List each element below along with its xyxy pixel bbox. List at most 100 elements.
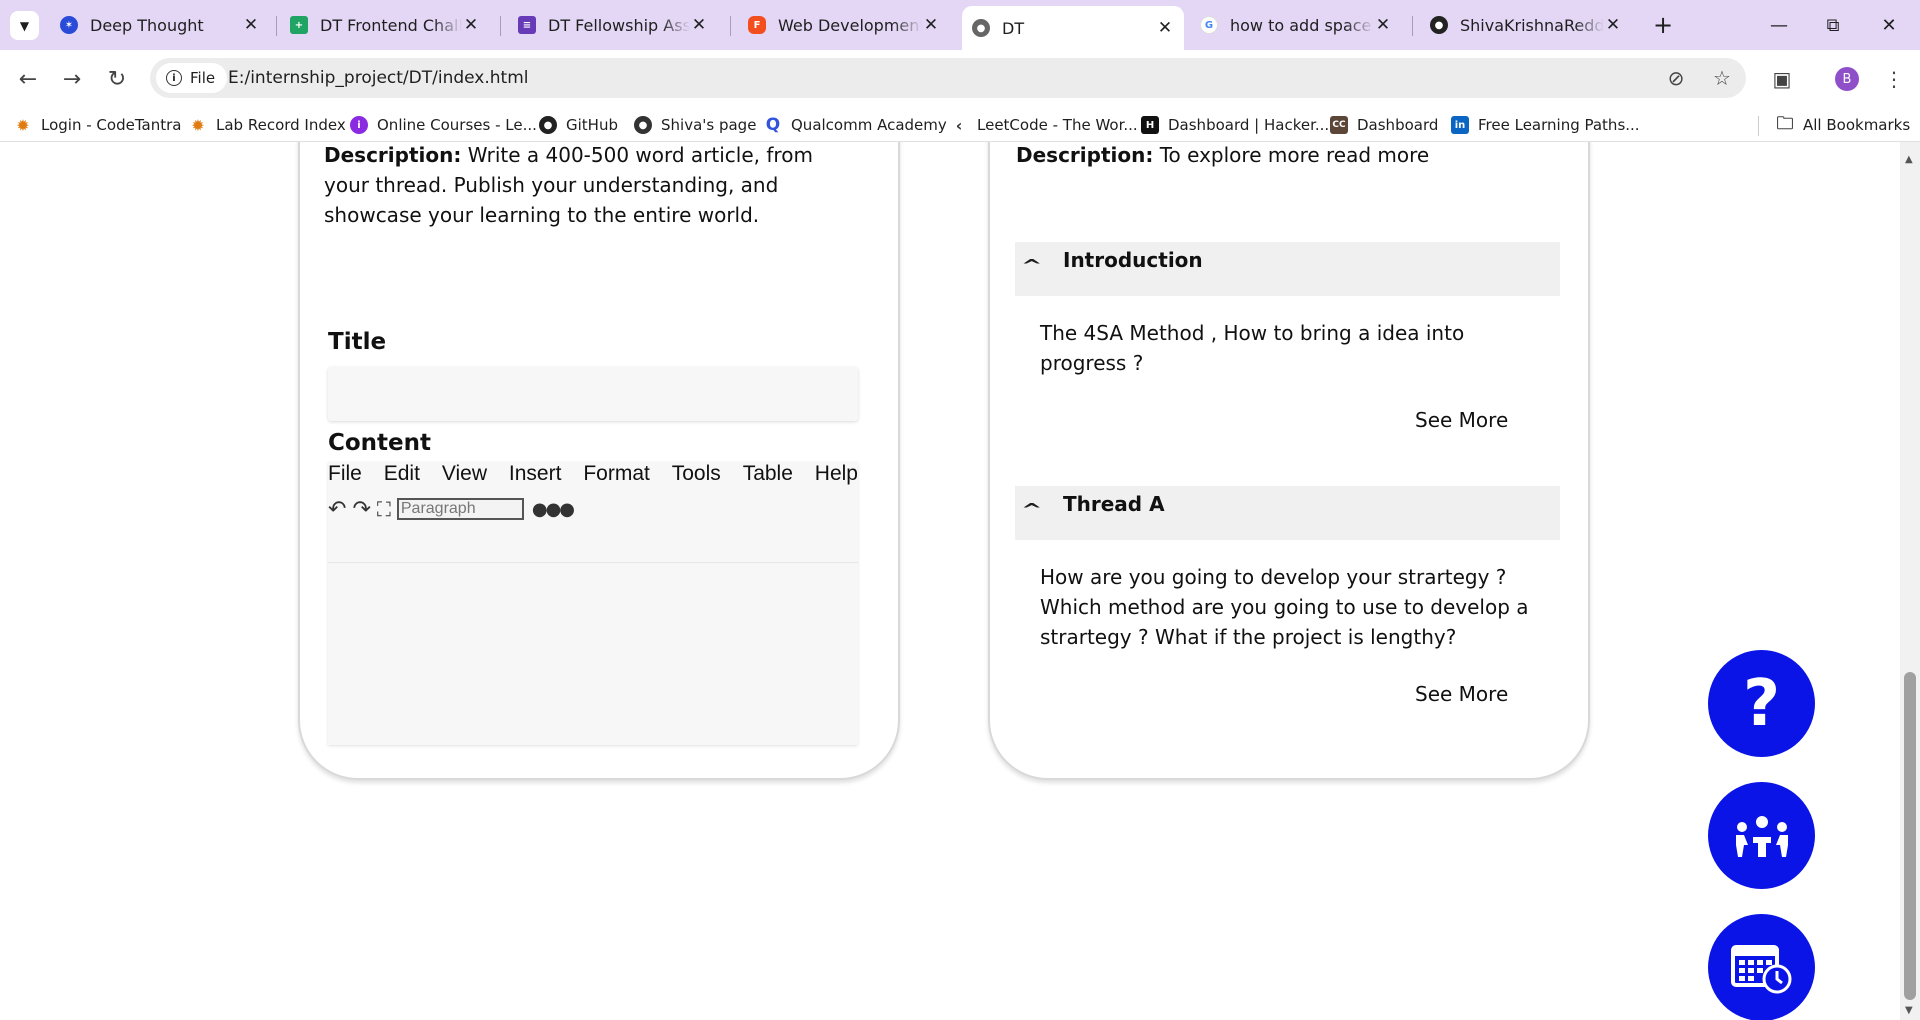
udemy-icon: i: [350, 116, 368, 134]
qualcomm-icon: Q: [765, 115, 781, 135]
address-bar[interactable]: i File E:/internship_project/DT/index.ht…: [150, 58, 1746, 98]
deep-thought-icon: ✶: [60, 16, 78, 34]
accordion-title: Thread A: [1063, 492, 1165, 516]
bookmark-label: Shiva's page: [661, 116, 757, 134]
eye-slash-icon[interactable]: ⊘: [1660, 62, 1692, 94]
reload-button[interactable]: ↻: [101, 63, 133, 95]
page-content: Description: Write a 400-500 word articl…: [0, 142, 1900, 1020]
menu-file[interactable]: File: [328, 462, 362, 492]
tab-search-button[interactable]: ▼: [10, 11, 39, 40]
bookmark-shivas-page[interactable]: ● Shiva's page: [634, 114, 756, 136]
close-icon[interactable]: ✕: [922, 15, 940, 35]
forward-button[interactable]: →: [56, 63, 88, 95]
menu-tools[interactable]: Tools: [672, 462, 721, 492]
editor-menubar: File Edit View Insert Format Tools Table…: [328, 462, 858, 492]
bookmark-qualcomm[interactable]: Q Qualcomm Academy: [764, 114, 947, 136]
bookmark-star-icon[interactable]: ☆: [1706, 62, 1738, 94]
paragraph-select[interactable]: Paragraph: [396, 498, 524, 520]
close-icon[interactable]: ✕: [1156, 18, 1174, 38]
kebab-menu-icon[interactable]: ⋮: [1878, 63, 1910, 95]
bookmark-label: Dashboard | Hacker...: [1168, 116, 1330, 134]
github-icon: ●: [1430, 16, 1448, 34]
menu-format[interactable]: Format: [583, 462, 650, 492]
tab-title: Web Development Academy: [778, 15, 922, 35]
site-info-chip[interactable]: i File: [156, 63, 228, 93]
close-icon[interactable]: ✕: [242, 15, 260, 35]
help-button[interactable]: ?: [1708, 650, 1815, 757]
tab-title: how to add space in: [1230, 15, 1374, 35]
tab-dt-frontend[interactable]: + DT Frontend Challenge ✕: [280, 6, 490, 44]
see-more-link[interactable]: See More: [1415, 408, 1508, 432]
page-scrollbar[interactable]: ▲ ▼: [1900, 142, 1920, 1020]
close-icon[interactable]: ✕: [462, 15, 480, 35]
bookmark-label: Dashboard: [1357, 116, 1439, 134]
menu-help[interactable]: Help: [815, 462, 858, 492]
bookmark-free-learning[interactable]: in Free Learning Paths...: [1451, 114, 1640, 136]
close-icon[interactable]: ✕: [1604, 15, 1622, 35]
description-label: Description:: [324, 143, 462, 167]
accordion-body: How are you going to develop your strart…: [1040, 565, 1529, 649]
scrollbar-thumb[interactable]: [1904, 672, 1916, 1000]
profile-avatar[interactable]: B: [1835, 67, 1859, 91]
fullscreen-icon[interactable]: ⛶: [377, 497, 391, 521]
tab-title: Deep Thought: [90, 15, 204, 35]
tab-dt-fellowship[interactable]: ≡ DT Fellowship Assignment ✕: [508, 6, 718, 44]
close-window-button[interactable]: ✕: [1866, 8, 1912, 42]
description-text: To explore more read more: [1159, 143, 1430, 167]
menu-view[interactable]: View: [442, 462, 487, 492]
all-bookmarks-button[interactable]: 🗀 All Bookmarks: [1776, 113, 1911, 136]
bookmark-label: GitHub: [566, 116, 618, 134]
bookmark-label: Qualcomm Academy: [791, 116, 947, 134]
url-text[interactable]: E:/internship_project/DT/index.html: [228, 68, 529, 88]
undo-icon[interactable]: ↶: [328, 497, 346, 522]
close-icon[interactable]: ✕: [1374, 15, 1392, 35]
menu-edit[interactable]: Edit: [384, 462, 420, 492]
bookmark-hackerrank[interactable]: H Dashboard | Hacker...: [1141, 114, 1329, 136]
tab-title: ShivaKrishnaReddyBu: [1460, 15, 1604, 35]
extensions-icon[interactable]: ▣: [1766, 63, 1798, 95]
bookmark-label: Login - CodeTantra: [41, 116, 182, 134]
restore-button[interactable]: ⧉: [1810, 8, 1856, 42]
question-mark-icon: ?: [1742, 666, 1781, 741]
info-icon: i: [166, 70, 182, 86]
minimize-button[interactable]: —: [1756, 8, 1802, 42]
bookmark-lab-record[interactable]: ✹ Lab Record Index: [189, 114, 345, 136]
tab-google-search[interactable]: G how to add space in ✕: [1190, 6, 1402, 44]
bookmark-codetantra[interactable]: ✹ Login - CodeTantra: [14, 114, 181, 136]
meeting-button[interactable]: [1708, 782, 1815, 889]
see-more-link[interactable]: See More: [1415, 682, 1508, 706]
scroll-up-icon[interactable]: ▲: [1905, 154, 1913, 165]
accordion-header-introduction[interactable]: ^ Introduction: [1015, 242, 1560, 296]
folder-icon: 🗀: [1776, 113, 1794, 134]
all-bookmarks-label: All Bookmarks: [1803, 116, 1911, 134]
rich-text-editor[interactable]: File Edit View Insert Format Tools Table…: [328, 462, 858, 745]
menu-insert[interactable]: Insert: [509, 462, 562, 492]
bookmark-dashboard[interactable]: CC Dashboard: [1330, 114, 1438, 136]
more-icon[interactable]: ●●●: [532, 499, 575, 520]
figma-icon: F: [748, 16, 766, 34]
tab-web-dev[interactable]: F Web Development Academy ✕: [738, 6, 950, 44]
bookmark-leetcode[interactable]: ‹ LeetCode - The Wor...: [950, 114, 1138, 136]
scroll-down-icon[interactable]: ▼: [1905, 1005, 1913, 1016]
bookmark-github[interactable]: ● GitHub: [539, 114, 618, 136]
chevron-down-icon: ▼: [19, 18, 30, 33]
bookmark-online-courses[interactable]: i Online Courses - Le...: [350, 114, 537, 136]
bookmarks-bar: ✹ Login - CodeTantra ✹ Lab Record Index iO…: [0, 108, 1920, 142]
description-label: Description:: [1016, 143, 1154, 167]
sheets-icon: +: [290, 16, 308, 34]
tab-deep-thought[interactable]: ✶ Deep Thought ✕: [50, 6, 270, 44]
back-button[interactable]: ←: [12, 63, 44, 95]
codetantra-icon: ✹: [16, 115, 30, 135]
accordion-header-thread-a[interactable]: ^ Thread A: [1015, 486, 1560, 540]
tab-github[interactable]: ● ShivaKrishnaReddyBu ✕: [1420, 6, 1632, 44]
tab-dt-active[interactable]: ● DT ✕: [962, 6, 1184, 50]
hackerrank-icon: H: [1141, 116, 1159, 134]
new-tab-button[interactable]: +: [1640, 8, 1686, 42]
google-icon: G: [1200, 16, 1218, 34]
close-icon[interactable]: ✕: [690, 15, 708, 35]
title-input[interactable]: [328, 367, 858, 421]
schedule-button[interactable]: [1708, 914, 1815, 1020]
redo-icon[interactable]: ↷: [352, 497, 370, 522]
menu-table[interactable]: Table: [743, 462, 793, 492]
team-meeting-icon: [1735, 815, 1788, 857]
